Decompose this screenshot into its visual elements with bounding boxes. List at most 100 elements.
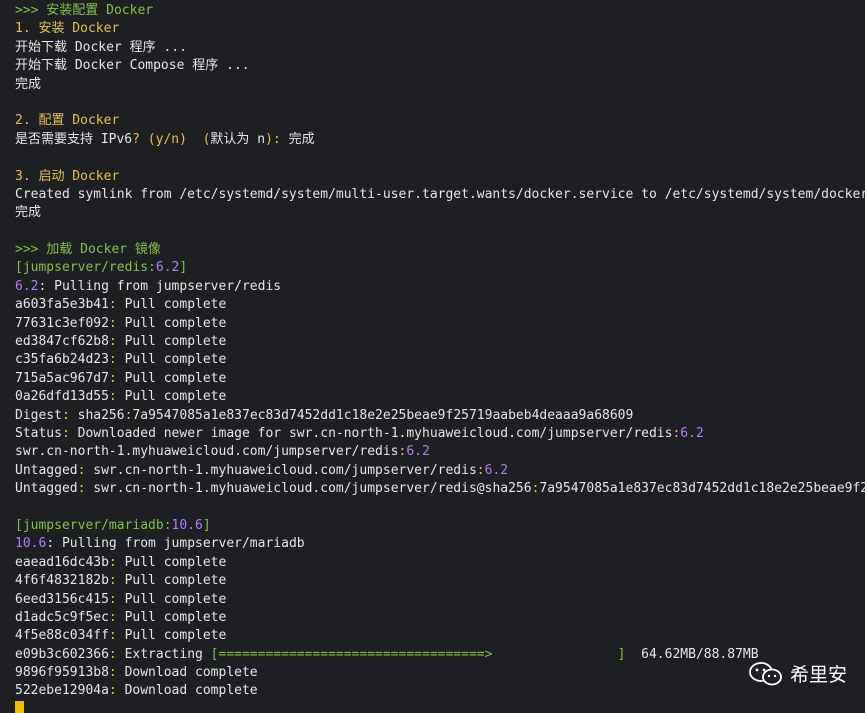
terminal-line: Digest: sha256:7a9547085a1e837ec83d7452d…	[15, 407, 865, 425]
terminal-line: 开始下载 Docker Compose 程序 ...	[15, 57, 865, 75]
terminal-text-segment: 522ebe12904a	[15, 683, 109, 699]
terminal-text-segment: 6.2	[680, 425, 704, 441]
terminal-text-segment: e09b3c602366	[15, 646, 109, 662]
terminal-text-segment: 完成	[288, 131, 315, 147]
terminal-line: [jumpserver/mariadb:10.6]	[15, 517, 865, 535]
terminal-text-segment: 2. 配置 Docker	[15, 113, 120, 129]
terminal-text-segment: 默认为 n	[210, 131, 266, 147]
terminal-text-segment: Download complete	[124, 683, 258, 699]
terminal-line: 10.6: Pulling from jumpserver/mariadb	[15, 535, 865, 553]
terminal-text-segment: Extracting	[124, 646, 211, 662]
terminal-line: 2. 配置 Docker	[15, 112, 865, 130]
terminal-text-segment: Pull complete	[124, 554, 227, 570]
terminal-text-segment: : Pulling from jumpserver/mariadb	[46, 536, 305, 552]
terminal-text-segment: Pull complete	[124, 334, 227, 350]
terminal-line: >>> 加载 Docker 镜像	[15, 241, 865, 259]
terminal-line: 是否需要支持 IPv6? (y/n) (默认为 n): 完成	[15, 131, 865, 149]
terminal-text-segment: 是否需要支持 IPv6	[15, 131, 133, 147]
terminal-line: Untagged: swr.cn-north-1.myhuaweicloud.c…	[15, 462, 865, 480]
terminal-text-segment: 6.2	[15, 278, 39, 294]
terminal-text-segment: 6.2	[406, 444, 430, 460]
terminal-text-segment: 715a5ac967d7	[15, 370, 109, 386]
terminal-text-segment: d1adc5c9f5ec	[15, 609, 109, 625]
terminal-text-segment: swr.cn-north-1.myhuaweicloud.com/jumpser…	[93, 481, 532, 497]
terminal-text-segment: ]	[179, 260, 188, 276]
terminal-text-segment: 1. 安装 Docker	[15, 21, 120, 37]
terminal-text-segment: ]	[202, 517, 211, 533]
terminal-text-segment: Untagged	[15, 481, 78, 497]
terminal-text-segment: [==================================> ]	[210, 646, 626, 662]
terminal-line: 522ebe12904a: Download complete	[15, 682, 865, 700]
terminal-text-segment: :	[108, 334, 125, 350]
terminal-text-segment: :	[108, 297, 125, 313]
terminal-text-segment: 3. 启动 Docker	[15, 168, 120, 184]
terminal-line: 完成	[15, 76, 865, 94]
terminal-line: 完成	[15, 204, 865, 222]
terminal-line: 3. 启动 Docker	[15, 168, 865, 186]
terminal-text-segment: Pull complete	[124, 389, 227, 405]
terminal-text-segment: ):	[265, 131, 289, 147]
wechat-icon	[749, 661, 782, 685]
terminal-text-segment: :	[108, 554, 125, 570]
terminal-text-segment: Status	[15, 425, 62, 441]
terminal-text-segment: 0a26dfd13d55	[15, 389, 109, 405]
terminal-text-segment: Digest	[15, 407, 62, 423]
terminal-text-segment: Pull complete	[124, 609, 227, 625]
terminal-line: 77631c3ef092: Pull complete	[15, 315, 865, 333]
terminal-line: Status: Downloaded newer image for swr.c…	[15, 425, 865, 443]
terminal-text-segment: :	[108, 389, 125, 405]
terminal-line: Untagged: swr.cn-north-1.myhuaweicloud.c…	[15, 480, 865, 498]
terminal-line: >>> 安装配置 Docker	[15, 2, 865, 20]
terminal-line: c35fa6b24d23: Pull complete	[15, 351, 865, 369]
terminal-text-segment: swr.cn-north-1.myhuaweicloud.com/jumpser…	[93, 462, 477, 478]
terminal-text-segment: 完成	[15, 76, 42, 92]
watermark-text: 希里安	[789, 664, 847, 686]
terminal-cursor	[15, 701, 24, 713]
terminal-text-segment: c35fa6b24d23	[15, 352, 109, 368]
terminal-text-segment: :	[108, 683, 125, 699]
terminal-text-segment: Pull complete	[124, 628, 227, 644]
terminal-line: 1. 安装 Docker	[15, 20, 865, 38]
terminal-text-segment: a603fa5e3b41	[15, 297, 109, 313]
terminal-text-segment: [jumpserver/mariadb:	[15, 517, 172, 533]
terminal-text-segment: Pull complete	[124, 297, 227, 313]
terminal-text-segment: :	[108, 646, 125, 662]
terminal-text-segment: :	[61, 425, 78, 441]
terminal-line: 开始下载 Docker 程序 ...	[15, 39, 865, 57]
terminal-text-segment: Downloaded newer image for swr.cn-north-…	[77, 425, 673, 441]
terminal-text-segment: Untagged	[15, 462, 78, 478]
terminal-text-segment: [jumpserver/redis:	[15, 260, 156, 276]
terminal-text-segment: Pull complete	[124, 370, 227, 386]
terminal-text-segment: :	[61, 407, 78, 423]
terminal-text-segment: 开始下载 Docker Compose 程序 ...	[15, 58, 250, 74]
terminal-text-segment: 完成	[15, 205, 42, 221]
terminal-line: swr.cn-north-1.myhuaweicloud.com/jumpser…	[15, 443, 865, 461]
terminal-text-segment: 9896f95913b8	[15, 665, 109, 681]
terminal-text-segment: :	[108, 609, 125, 625]
terminal-line: eaead16dc43b: Pull complete	[15, 554, 865, 572]
terminal-line: e09b3c602366: Extracting [==============…	[15, 646, 865, 664]
terminal-text-segment: Download complete	[124, 665, 258, 681]
terminal-text-segment: sha256	[77, 407, 125, 423]
terminal-text-segment: 77631c3ef092	[15, 315, 109, 331]
terminal-text-segment: :	[108, 665, 125, 681]
terminal-text-segment: 7a9547085a1e837ec83d7452dd1c18e2e25beae9…	[539, 481, 865, 497]
terminal-text-segment: 6.2	[155, 260, 180, 276]
terminal-line: [jumpserver/redis:6.2]	[15, 259, 865, 277]
terminal-line: 6.2: Pulling from jumpserver/redis	[15, 278, 865, 296]
terminal-line: 6eed3156c415: Pull complete	[15, 591, 865, 609]
terminal-text-segment: 10.6	[15, 536, 47, 552]
terminal-output: >>> 安装配置 Docker 1. 安装 Docker 开始下载 Docker 程…	[0, 0, 865, 713]
terminal-line: a603fa5e3b41: Pull complete	[15, 296, 865, 314]
terminal-text-segment: 64.62MB/88.87MB	[625, 646, 759, 662]
terminal-text-segment: swr.cn-north-1.myhuaweicloud.com/jumpser…	[15, 444, 399, 460]
terminal-line: 4f6f4832182b: Pull complete	[15, 572, 865, 590]
terminal-text-segment: 6.2	[484, 462, 509, 478]
terminal-text-segment: eaead16dc43b	[15, 554, 109, 570]
terminal-text-segment: :	[108, 315, 125, 331]
terminal-text-segment: ed3847cf62b8	[15, 334, 109, 350]
terminal-text-segment: 4f6f4832182b	[15, 573, 109, 589]
terminal-line: d1adc5c9f5ec: Pull complete	[15, 609, 865, 627]
